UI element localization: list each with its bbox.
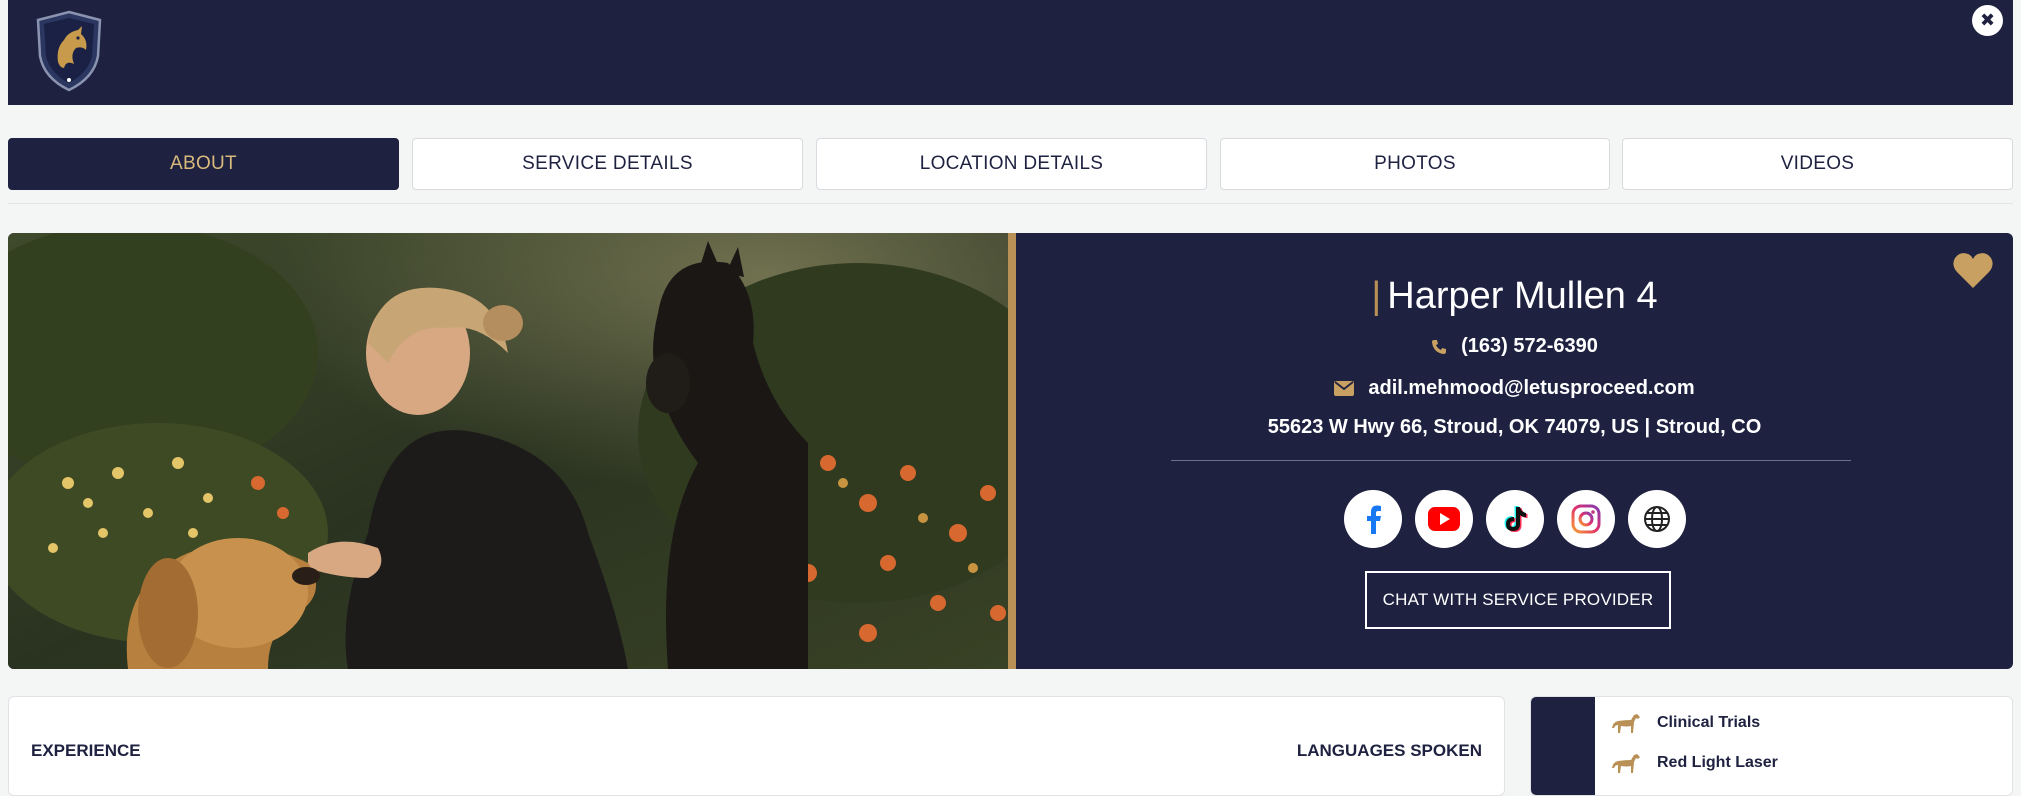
social-links (1016, 490, 2013, 548)
address-row: 55623 W Hwy 66, Stroud, OK 74079, US | S… (1016, 416, 2013, 439)
tab-location-details[interactable]: LOCATION DETAILS (816, 138, 1207, 190)
phone-number[interactable]: (163) 572-6390 (1461, 335, 1598, 358)
name-accent-bar: | (1371, 275, 1382, 317)
service-item: Red Light Laser (1611, 752, 1778, 774)
email-row: adil.mehmood@letusproceed.com (1016, 377, 2013, 400)
profile-info: | Harper Mullen 4 (163) 572-6390 adil.meh… (1016, 233, 2013, 669)
languages-label: LANGUAGES SPOKEN (1296, 741, 1482, 760)
address: 55623 W Hwy 66, Stroud, OK 74079, US | S… (1267, 416, 1762, 438)
top-header (8, 0, 2013, 105)
globe-icon[interactable] (1627, 490, 1686, 548)
about-card: EXPERIENCE LANGUAGES SPOKEN (8, 696, 1505, 796)
provider-name: | Harper Mullen 4 (1371, 275, 1658, 317)
experience-label: EXPERIENCE (31, 741, 141, 760)
youtube-icon[interactable] (1414, 490, 1473, 548)
chat-with-provider-button[interactable]: CHAT WITH SERVICE PROVIDER (1365, 571, 1671, 629)
email-address[interactable]: adil.mehmood@letusproceed.com (1368, 377, 1694, 400)
service-item: Clinical Trials (1611, 712, 1760, 734)
envelope-icon (1334, 381, 1355, 396)
phone-icon (1432, 339, 1447, 354)
services-sidebar (1531, 697, 1595, 795)
profile-hero: | Harper Mullen 4 (163) 572-6390 adil.meh… (8, 233, 2013, 669)
instagram-icon[interactable] (1556, 490, 1615, 548)
service-label: Clinical Trials (1657, 714, 1761, 731)
tab-photos[interactable]: PHOTOS (1220, 138, 1610, 190)
profile-photo (8, 233, 1016, 669)
accent-strip (1008, 233, 1016, 669)
divider (1171, 460, 1851, 461)
close-icon: ✖ (1979, 10, 1996, 31)
facebook-icon[interactable] (1343, 490, 1402, 548)
horse-shield-logo-icon[interactable] (34, 10, 104, 92)
tiktok-icon[interactable] (1485, 490, 1544, 548)
phone-row: (163) 572-6390 (1016, 335, 2013, 358)
tab-bar: ABOUT SERVICE DETAILS LOCATION DETAILS P… (8, 138, 2013, 204)
horse-icon (1612, 754, 1640, 773)
service-label: Red Light Laser (1657, 754, 1778, 771)
tab-about[interactable]: ABOUT (8, 138, 399, 190)
close-button[interactable]: ✖ (1972, 5, 2003, 36)
services-card: Clinical Trials Red Light Laser (1530, 696, 2013, 796)
tab-service-details[interactable]: SERVICE DETAILS (412, 138, 803, 190)
tab-videos[interactable]: VIDEOS (1622, 138, 2013, 190)
horse-icon (1612, 714, 1640, 733)
